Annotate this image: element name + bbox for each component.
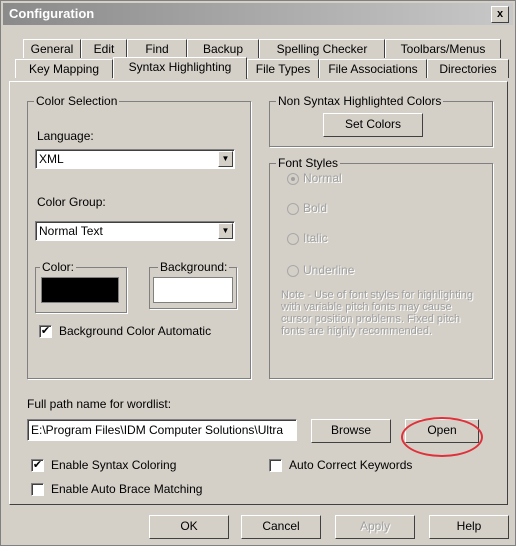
- radio-bold-label: Bold: [303, 201, 328, 215]
- wordlist-label: Full path name for wordlist:: [27, 397, 172, 411]
- apply-button[interactable]: Apply: [335, 515, 415, 539]
- tab-key-mapping[interactable]: Key Mapping: [15, 59, 113, 78]
- background-auto-checkbox[interactable]: ✔: [39, 325, 52, 338]
- color-swatch[interactable]: [41, 277, 119, 303]
- window-title: Configuration: [9, 6, 95, 21]
- background-label: Background:: [158, 260, 230, 274]
- browse-button[interactable]: Browse: [311, 419, 391, 443]
- open-button[interactable]: Open: [405, 419, 479, 443]
- group-label: Font Styles: [276, 156, 341, 170]
- color-group-label: Color Group:: [37, 195, 106, 209]
- radio-underline[interactable]: [287, 265, 299, 277]
- tab-directories[interactable]: Directories: [427, 59, 509, 78]
- auto-correct-keywords-label: Auto Correct Keywords: [289, 458, 413, 472]
- help-button[interactable]: Help: [429, 515, 509, 539]
- group-label: Non Syntax Highlighted Colors: [276, 94, 444, 108]
- radio-normal[interactable]: [287, 173, 299, 185]
- radio-italic[interactable]: [287, 233, 299, 245]
- color-group-value: Normal Text: [39, 224, 103, 238]
- tab-syntax-highlighting[interactable]: Syntax Highlighting: [113, 57, 247, 79]
- color-label: Color:: [40, 260, 77, 274]
- tab-toolbars-menus[interactable]: Toolbars/Menus: [385, 39, 501, 58]
- wordlist-path-value: E:\Program Files\IDM Computer Solutions\…: [31, 423, 284, 437]
- group-label: Color Selection: [34, 94, 120, 108]
- language-label: Language:: [37, 129, 94, 143]
- close-button[interactable]: x: [491, 6, 509, 23]
- auto-brace-matching-label: Enable Auto Brace Matching: [51, 482, 203, 496]
- radio-normal-label: Normal: [303, 171, 342, 185]
- configuration-dialog: Configuration x General Edit Find Backup…: [0, 0, 516, 546]
- tab-spelling-checker[interactable]: Spelling Checker: [259, 39, 385, 58]
- title-bar[interactable]: Configuration x: [3, 3, 513, 25]
- language-value: XML: [39, 152, 64, 166]
- set-colors-button[interactable]: Set Colors: [323, 113, 423, 137]
- font-styles-note: Note - Use of font styles for highlighti…: [281, 289, 473, 337]
- radio-bold[interactable]: [287, 203, 299, 215]
- close-icon: x: [496, 8, 504, 20]
- tab-file-associations[interactable]: File Associations: [319, 59, 427, 78]
- tab-backup[interactable]: Backup: [187, 39, 259, 58]
- cancel-button[interactable]: Cancel: [241, 515, 321, 539]
- chevron-down-icon[interactable]: ▼: [218, 223, 233, 239]
- background-auto-label: Background Color Automatic: [59, 324, 212, 338]
- enable-syntax-coloring-checkbox[interactable]: ✔: [31, 459, 44, 472]
- enable-syntax-coloring-label: Enable Syntax Coloring: [51, 458, 177, 472]
- radio-underline-label: Underline: [303, 263, 355, 277]
- background-swatch[interactable]: [153, 277, 233, 303]
- ok-button[interactable]: OK: [149, 515, 229, 539]
- tab-general[interactable]: General: [23, 39, 81, 58]
- chevron-down-icon[interactable]: ▼: [218, 151, 233, 167]
- radio-italic-label: Italic: [303, 231, 328, 245]
- color-group-select[interactable]: Normal Text ▼: [35, 221, 235, 241]
- tab-edit[interactable]: Edit: [81, 39, 127, 58]
- tab-find[interactable]: Find: [127, 39, 187, 58]
- language-select[interactable]: XML ▼: [35, 149, 235, 169]
- tab-file-types[interactable]: File Types: [247, 59, 319, 78]
- auto-brace-matching-checkbox[interactable]: [31, 483, 44, 496]
- wordlist-path-input[interactable]: E:\Program Files\IDM Computer Solutions\…: [27, 419, 297, 441]
- auto-correct-keywords-checkbox[interactable]: [269, 459, 282, 472]
